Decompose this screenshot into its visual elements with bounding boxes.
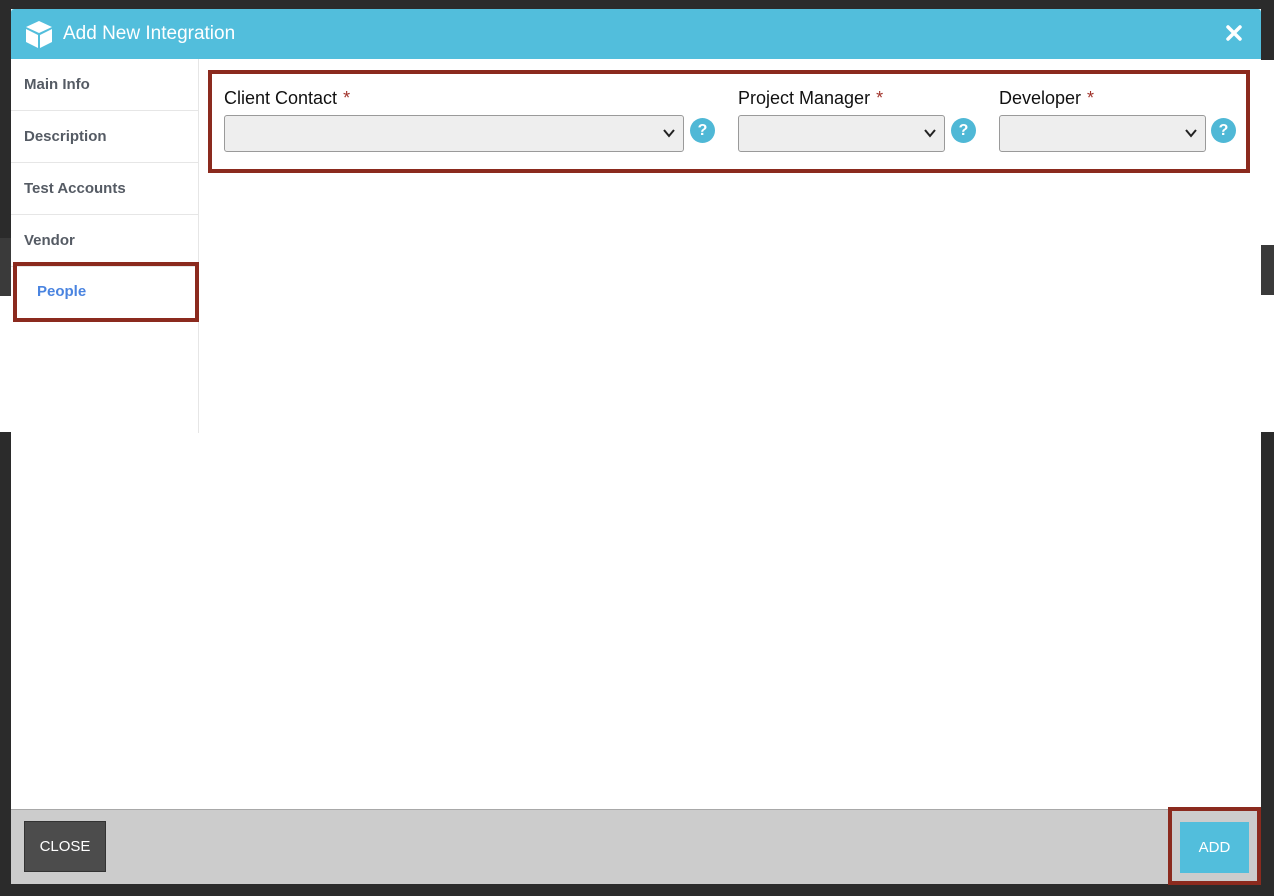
people-fields-highlight: Client Contact * ? Project Manager * ? Dev… (208, 70, 1250, 173)
sidebar-item-main-info[interactable]: Main Info (11, 59, 199, 111)
client-contact-label: Client Contact (224, 88, 338, 108)
modal-header: Add New Integration (11, 9, 1261, 59)
close-button[interactable]: CLOSE (24, 821, 106, 872)
sidebar-item-test-accounts[interactable]: Test Accounts (11, 163, 199, 215)
modal-footer: CLOSE ADD (11, 807, 1261, 885)
developer-help-icon[interactable]: ? (1211, 118, 1236, 143)
background-page-right (1260, 60, 1274, 432)
project-manager-select[interactable] (738, 115, 945, 152)
close-icon[interactable] (1223, 22, 1245, 44)
chevron-down-icon (924, 129, 936, 138)
sidebar-nav: Main Info Description Test Accounts Vend… (11, 59, 199, 433)
add-button-highlight: ADD (1168, 807, 1261, 885)
sidebar-item-description[interactable]: Description (11, 111, 199, 163)
client-contact-help-icon[interactable]: ? (690, 118, 715, 143)
required-marker: * (343, 88, 351, 108)
add-integration-modal: Add New Integration Main Info Descriptio… (11, 9, 1261, 885)
client-contact-select[interactable] (224, 115, 684, 152)
developer-label: Developer (999, 88, 1082, 108)
background-page-left (0, 238, 11, 432)
background-band (1260, 245, 1274, 295)
chevron-down-icon (1185, 129, 1197, 138)
required-marker: * (1087, 88, 1095, 108)
sidebar-item-vendor[interactable]: Vendor (11, 215, 199, 267)
add-button[interactable]: ADD (1180, 822, 1249, 873)
required-marker: * (876, 88, 884, 108)
project-manager-label: Project Manager (738, 88, 871, 108)
chevron-down-icon (663, 129, 675, 138)
modal-title: Add New Integration (63, 23, 236, 44)
developer-select[interactable] (999, 115, 1206, 152)
cube-icon (26, 21, 52, 48)
sidebar-item-people[interactable]: People (13, 262, 199, 322)
project-manager-help-icon[interactable]: ? (951, 118, 976, 143)
background-band (0, 238, 11, 296)
